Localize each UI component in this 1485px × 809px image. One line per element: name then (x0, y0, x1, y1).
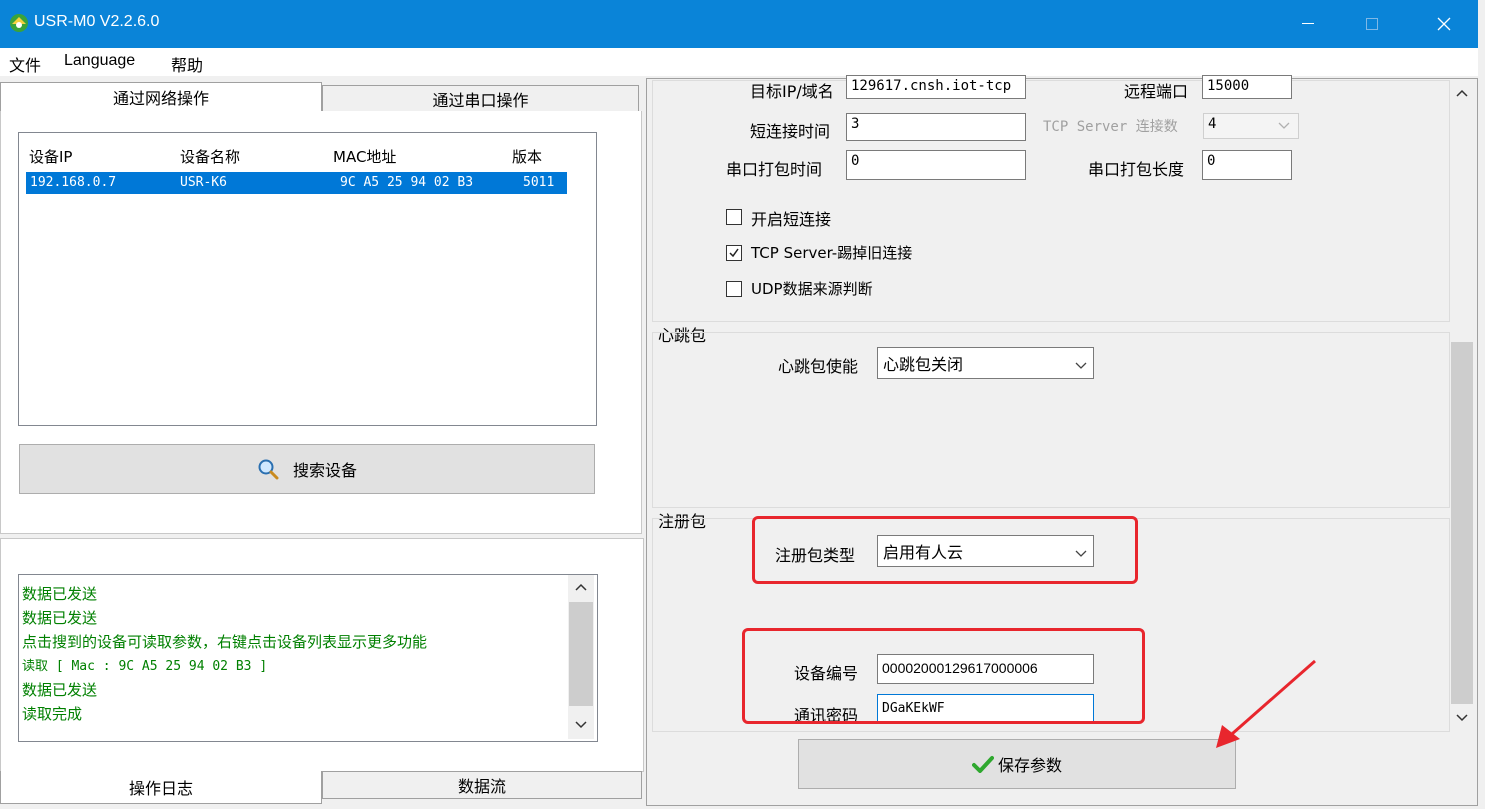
short-conn-checkbox-label: 开启短连接 (751, 210, 832, 229)
scroll-down-icon[interactable] (575, 721, 587, 729)
search-icon (258, 459, 279, 480)
log-line: 点击搜到的设备可读取参数，右键点击设备列表显示更多功能 (22, 633, 428, 651)
save-params-label: 保存参数 (997, 756, 1062, 775)
app-logo-icon (10, 14, 28, 32)
checkmark-icon (971, 756, 994, 773)
scroll-down-icon[interactable] (1456, 714, 1468, 722)
scroll-up-icon[interactable] (1456, 89, 1468, 97)
minimize-icon (1302, 23, 1314, 24)
log-scroll-thumb[interactable] (569, 602, 593, 706)
save-params-button[interactable]: 保存参数 (798, 739, 1236, 789)
cell-ip: 192.168.0.7 (30, 175, 117, 190)
log-line: 读取 [ Mac : 9C A5 25 94 02 B3 ] (22, 659, 268, 674)
search-devices-button[interactable]: 搜索设备 (19, 444, 595, 494)
maximize-icon (1366, 18, 1378, 30)
udp-source-checkbox-label: UDP数据来源判断 (751, 280, 873, 298)
cell-version: 5011 (523, 175, 555, 190)
log-line: 数据已发送 (22, 609, 98, 627)
scroll-up-icon[interactable] (575, 583, 587, 591)
cell-mac: 9C A5 25 94 02 B3 (340, 175, 474, 190)
chevron-down-icon (1075, 362, 1087, 369)
remote-port-input[interactable]: 15000 (1202, 75, 1292, 99)
menu-file[interactable]: 文件 (9, 52, 41, 76)
log-line: 读取完成 (22, 705, 83, 723)
menu-language[interactable]: Language (64, 52, 135, 70)
target-ip-label: 目标IP/域名 (750, 82, 834, 101)
tab-serial[interactable]: 通过串口操作 (322, 85, 639, 113)
tab-serial-label: 通过串口操作 (432, 91, 529, 110)
pack-time-input[interactable]: 0 (846, 150, 1026, 180)
tab-operation-log[interactable]: 操作日志 (0, 771, 322, 804)
checkmark-icon (729, 248, 739, 258)
target-ip-input[interactable]: 129617.cnsh.iot-tcp (846, 75, 1026, 99)
log-line: 数据已发送 (22, 681, 98, 699)
settings-scrollbar[interactable] (1450, 80, 1474, 730)
short-conn-time-input[interactable]: 3 (846, 113, 1026, 141)
kick-old-conn-checkbox-label: TCP Server-踢掉旧连接 (751, 244, 913, 262)
cell-name: USR-K6 (180, 175, 227, 190)
log-scrollbar[interactable] (568, 575, 594, 739)
short-conn-checkbox[interactable] (726, 209, 742, 225)
minimize-button[interactable] (1284, 0, 1332, 48)
tcp-server-conn-label: TCP Server 连接数 (1043, 119, 1178, 135)
kick-old-conn-checkbox[interactable] (726, 245, 742, 261)
annotation-highlight-register-type (752, 516, 1138, 584)
tcp-server-conn-select[interactable]: 4 (1203, 113, 1299, 139)
log-line: 数据已发送 (22, 585, 98, 603)
title-bar: USR-M0 V2.2.6.0 (0, 0, 1478, 48)
close-button[interactable] (1420, 0, 1468, 48)
close-icon (1437, 17, 1451, 31)
udp-source-checkbox[interactable] (726, 281, 742, 297)
menu-bar: 文件 Language 帮助 (0, 48, 1478, 76)
heartbeat-enable-label: 心跳包使能 (778, 357, 859, 376)
chevron-down-icon (1278, 122, 1290, 129)
maximize-button[interactable] (1348, 0, 1396, 48)
window-title: USR-M0 V2.2.6.0 (34, 13, 160, 30)
annotation-arrow-icon (1216, 659, 1316, 748)
table-row[interactable]: 192.168.0.7 USR-K6 9C A5 25 94 02 B3 501… (26, 172, 567, 194)
short-conn-time-label: 短连接时间 (750, 122, 831, 141)
heartbeat-enable-select[interactable]: 心跳包关闭 (877, 347, 1094, 379)
tcp-server-conn-value: 4 (1208, 116, 1217, 132)
tab-data-stream[interactable]: 数据流 (322, 771, 642, 799)
tab-network[interactable]: 通过网络操作 (0, 82, 322, 111)
tab-network-label: 通过网络操作 (112, 89, 209, 108)
tab-data-stream-label: 数据流 (457, 777, 506, 796)
remote-port-label: 远程端口 (1124, 82, 1189, 101)
pack-length-input[interactable]: 0 (1202, 150, 1292, 180)
heartbeat-enable-value: 心跳包关闭 (883, 355, 964, 374)
search-devices-label: 搜索设备 (292, 461, 357, 480)
menu-help[interactable]: 帮助 (171, 52, 203, 76)
pack-length-label: 串口打包长度 (1088, 160, 1185, 179)
pack-time-label: 串口打包时间 (726, 160, 823, 179)
tab-operation-log-label: 操作日志 (128, 779, 193, 798)
settings-scroll-thumb[interactable] (1451, 342, 1473, 704)
annotation-highlight-credentials (742, 628, 1145, 724)
